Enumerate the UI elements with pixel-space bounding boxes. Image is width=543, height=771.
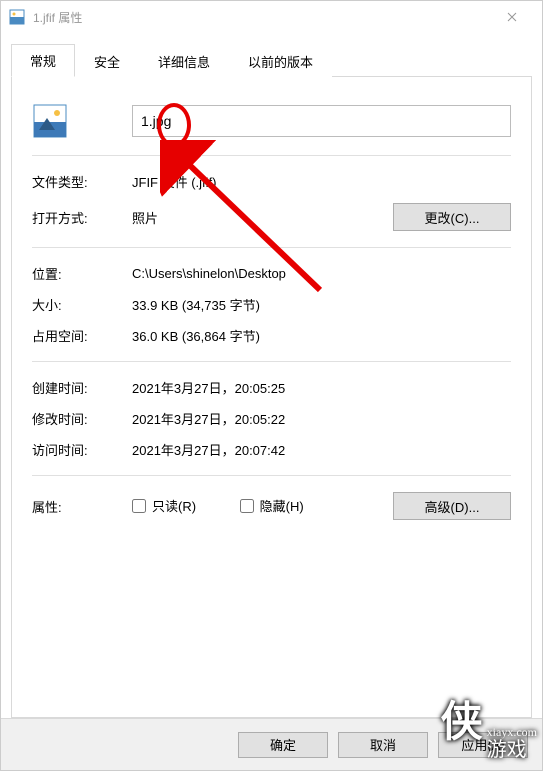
- titlebar: 1.jfif 属性: [1, 1, 542, 33]
- hidden-checkbox[interactable]: [240, 499, 254, 513]
- location-label: 位置:: [32, 264, 132, 283]
- cancel-button[interactable]: 取消: [338, 732, 428, 758]
- separator: [32, 361, 511, 362]
- readonly-checkbox[interactable]: [132, 499, 146, 513]
- size-value: 33.9 KB (34,735 字节): [132, 295, 511, 314]
- created-label: 创建时间:: [32, 378, 132, 397]
- file-thumbnail: [32, 103, 132, 139]
- hidden-label: 隐藏(H): [260, 496, 304, 515]
- attributes-label: 属性:: [32, 497, 132, 516]
- modified-label: 修改时间:: [32, 409, 132, 428]
- tab-label: 以前的版本: [248, 55, 313, 70]
- accessed-label: 访问时间:: [32, 440, 132, 459]
- sizedisk-label: 占用空间:: [32, 326, 132, 345]
- file-icon: [9, 9, 25, 25]
- location-value: C:\Users\shinelon\Desktop: [132, 266, 511, 281]
- tab-details[interactable]: 详细信息: [139, 45, 229, 77]
- tab-panel-general: 文件类型: JFIF 文件 (.jfif) 打开方式: 照片 更改(C)... …: [11, 76, 532, 718]
- separator: [32, 155, 511, 156]
- properties-window: 1.jfif 属性 常规 安全 详细信息 以前的版本: [0, 0, 543, 771]
- readonly-label: 只读(R): [152, 496, 196, 515]
- close-button[interactable]: [490, 1, 534, 33]
- advanced-button[interactable]: 高级(D)...: [393, 492, 511, 520]
- openwith-label: 打开方式:: [32, 208, 132, 227]
- size-label: 大小:: [32, 295, 132, 314]
- filetype-value: JFIF 文件 (.jfif): [132, 172, 511, 191]
- window-title: 1.jfif 属性: [33, 9, 490, 26]
- tab-label: 常规: [30, 54, 56, 69]
- watermark-big: 侠: [441, 688, 483, 749]
- attributes-group: 只读(R) 隐藏(H): [132, 496, 393, 516]
- separator: [32, 247, 511, 248]
- sizedisk-value: 36.0 KB (36,864 字节): [132, 326, 511, 345]
- created-value: 2021年3月27日，20:05:25: [132, 378, 511, 397]
- change-button[interactable]: 更改(C)...: [393, 203, 511, 231]
- ok-button[interactable]: 确定: [238, 732, 328, 758]
- modified-value: 2021年3月27日，20:05:22: [132, 409, 511, 428]
- readonly-checkbox-wrap[interactable]: 只读(R): [132, 496, 196, 515]
- filename-input[interactable]: [132, 105, 511, 137]
- client-area: 常规 安全 详细信息 以前的版本: [1, 33, 542, 718]
- tab-label: 详细信息: [158, 55, 210, 70]
- hidden-checkbox-wrap[interactable]: 隐藏(H): [240, 496, 304, 515]
- openwith-value: 照片: [132, 208, 393, 227]
- filetype-label: 文件类型:: [32, 172, 132, 191]
- accessed-value: 2021年3月27日，20:07:42: [132, 440, 511, 459]
- tab-security[interactable]: 安全: [75, 45, 139, 77]
- separator: [32, 475, 511, 476]
- tab-strip: 常规 安全 详细信息 以前的版本: [11, 43, 532, 76]
- watermark: 侠 xiayx.com 游戏: [441, 688, 537, 761]
- tab-general[interactable]: 常规: [11, 44, 75, 77]
- watermark-text: xiayx.com 游戏: [487, 726, 537, 761]
- tab-label: 安全: [94, 55, 120, 70]
- tab-previous-versions[interactable]: 以前的版本: [229, 45, 332, 77]
